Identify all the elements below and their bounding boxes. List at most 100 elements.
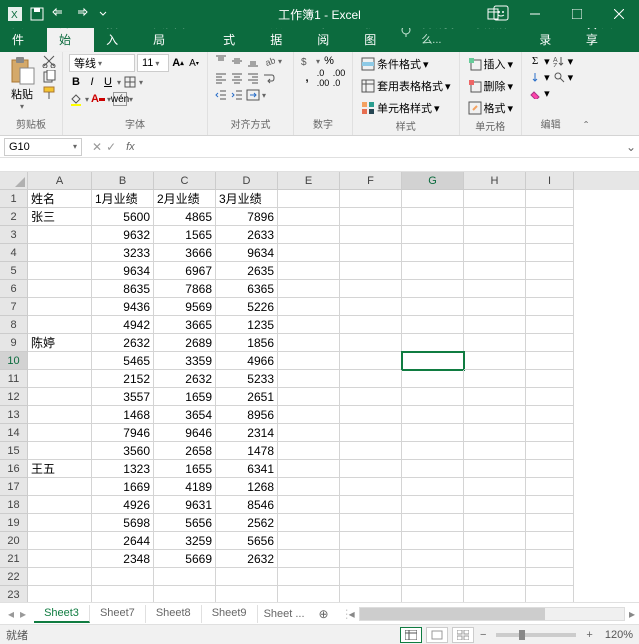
cell-E9[interactable] [278,334,340,352]
row-header[interactable]: 5 [0,262,28,280]
shrink-font-icon[interactable]: A▾ [187,56,201,70]
fx-icon[interactable]: fx [122,141,139,153]
save-icon[interactable] [28,5,46,23]
row-header[interactable]: 14 [0,424,28,442]
collapse-ribbon-icon[interactable]: ˆ [579,52,593,135]
cell-A4[interactable] [28,244,92,262]
cell-A6[interactable] [28,280,92,298]
cell-E19[interactable] [278,514,340,532]
cell-I4[interactable] [526,244,574,262]
cell-D11[interactable]: 5233 [216,370,278,388]
zoom-slider[interactable] [496,633,576,637]
fill-icon[interactable] [528,70,542,84]
cell-I5[interactable] [526,262,574,280]
merge-icon[interactable] [246,88,260,102]
cell-H6[interactable] [464,280,526,298]
cell-H15[interactable] [464,442,526,460]
cell-B9[interactable]: 2632 [92,334,154,352]
cell-C7[interactable]: 9569 [154,298,216,316]
paste-button[interactable]: 粘贴 ▾ [6,54,38,113]
cell-I8[interactable] [526,316,574,334]
cell-D14[interactable]: 2314 [216,424,278,442]
align-left-icon[interactable] [214,71,228,85]
column-header-A[interactable]: A [28,172,92,190]
delete-cells-button[interactable]: 删除 ▾ [466,76,516,96]
expand-formula-bar-icon[interactable]: ⌄ [623,140,639,154]
cell-B13[interactable]: 1468 [92,406,154,424]
cell-F19[interactable] [340,514,402,532]
cell-H18[interactable] [464,496,526,514]
cell-H4[interactable] [464,244,526,262]
clear-icon[interactable] [528,86,542,100]
zoom-out-button[interactable]: − [478,629,488,641]
column-header-F[interactable]: F [340,172,402,190]
cell-E5[interactable] [278,262,340,280]
cell-G17[interactable] [402,478,464,496]
cell-B5[interactable]: 9634 [92,262,154,280]
conditional-format-button[interactable]: 条件格式 ▾ [359,54,453,74]
cell-E16[interactable] [278,460,340,478]
cell-A21[interactable] [28,550,92,568]
cell-C3[interactable]: 1565 [154,226,216,244]
sheet-tab-Sheet9[interactable]: Sheet9 [202,605,258,623]
cell-D1[interactable]: 3月业绩 [216,190,278,208]
bold-icon[interactable]: B [69,75,83,89]
cell-B6[interactable]: 8635 [92,280,154,298]
cell-F22[interactable] [340,568,402,586]
cell-C4[interactable]: 3666 [154,244,216,262]
orientation-icon[interactable]: ab [262,54,276,68]
align-center-icon[interactable] [230,71,244,85]
cell-B16[interactable]: 1323 [92,460,154,478]
cell-D15[interactable]: 1478 [216,442,278,460]
cell-F21[interactable] [340,550,402,568]
row-header[interactable]: 19 [0,514,28,532]
cell-E12[interactable] [278,388,340,406]
sheet-tab-Sheet7[interactable]: Sheet7 [90,605,146,623]
cell-A10[interactable] [28,352,92,370]
cell-I22[interactable] [526,568,574,586]
cell-B4[interactable]: 3233 [92,244,154,262]
cell-A13[interactable] [28,406,92,424]
column-header-H[interactable]: H [464,172,526,190]
cell-F7[interactable] [340,298,402,316]
cell-A12[interactable] [28,388,92,406]
sheet-nav-next-icon[interactable]: ▸ [18,607,28,621]
cell-B23[interactable] [92,586,154,602]
cell-G21[interactable] [402,550,464,568]
cell-F5[interactable] [340,262,402,280]
cell-F14[interactable] [340,424,402,442]
cell-B21[interactable]: 2348 [92,550,154,568]
cell-C9[interactable]: 2689 [154,334,216,352]
cell-A5[interactable] [28,262,92,280]
cell-B15[interactable]: 3560 [92,442,154,460]
row-header[interactable]: 2 [0,208,28,226]
cell-F12[interactable] [340,388,402,406]
cell-C8[interactable]: 3665 [154,316,216,334]
minimize-button[interactable] [515,0,555,28]
row-header[interactable]: 6 [0,280,28,298]
cell-E22[interactable] [278,568,340,586]
cell-E8[interactable] [278,316,340,334]
cell-B12[interactable]: 3557 [92,388,154,406]
cell-E11[interactable] [278,370,340,388]
row-header[interactable]: 12 [0,388,28,406]
cell-I6[interactable] [526,280,574,298]
cell-I9[interactable] [526,334,574,352]
cell-F18[interactable] [340,496,402,514]
cell-G10[interactable] [402,352,464,370]
cell-H23[interactable] [464,586,526,602]
cell-G3[interactable] [402,226,464,244]
cell-E7[interactable] [278,298,340,316]
row-header[interactable]: 22 [0,568,28,586]
cell-A19[interactable] [28,514,92,532]
cell-F3[interactable] [340,226,402,244]
cell-C1[interactable]: 2月业绩 [154,190,216,208]
cell-D10[interactable]: 4966 [216,352,278,370]
row-header[interactable]: 21 [0,550,28,568]
decrease-indent-icon[interactable] [214,88,228,102]
fill-color-icon[interactable] [69,92,83,106]
cell-A11[interactable] [28,370,92,388]
cell-E15[interactable] [278,442,340,460]
hscroll-left-icon[interactable]: ◂ [349,607,355,621]
cell-A17[interactable] [28,478,92,496]
